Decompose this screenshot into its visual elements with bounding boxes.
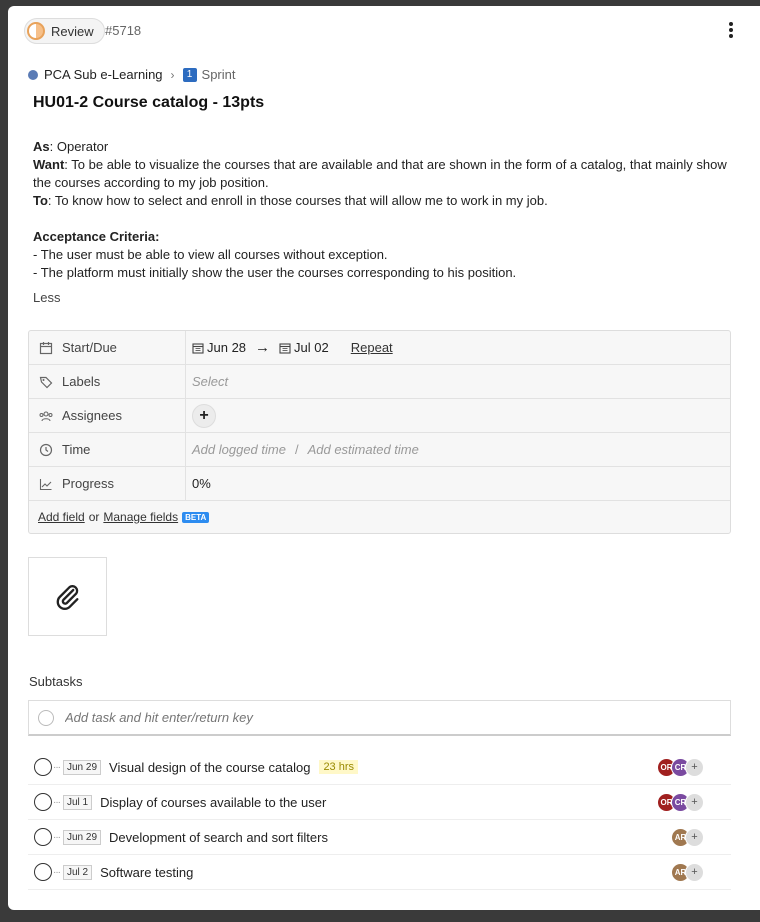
calendar-icon [192,342,204,354]
status-label: Review [51,23,94,39]
subtask-checkbox[interactable] [34,828,52,846]
sprint-badge-icon: 1 [182,67,197,82]
subtask-assignees[interactable]: OR CR + [657,757,704,777]
add-subtask-input[interactable] [63,709,667,726]
field-time: Time Add logged time / Add estimated tim… [29,433,730,467]
desc-as: As: Operator [33,139,109,154]
task-topbar: Review #5718 [24,18,742,44]
subtask-assignees[interactable]: AR + [671,827,704,847]
desc-criteria-label: Acceptance Criteria: [33,229,160,244]
users-icon [39,410,53,421]
subtask-name[interactable]: Visual design of the course catalog [109,760,310,775]
subtask-date[interactable]: Jun 29 [63,759,102,775]
subtask-date[interactable]: Jul 1 [63,794,93,810]
desc-criteria-item: - The user must be able to view all cour… [33,247,388,262]
subtask-checkbox[interactable] [34,793,52,811]
subtask-row[interactable]: ··· Jun 29 Development of search and sor… [28,820,731,855]
subtask-name[interactable]: Software testing [100,865,193,880]
repeat-link[interactable]: Repeat [351,340,393,355]
subtask-hours-badge: 23 hrs [319,760,359,774]
subtask-assignees[interactable]: AR + [671,862,704,882]
desc-to: To: To know how to select and enroll in … [33,193,548,208]
beta-badge: BETA [182,511,210,523]
add-subtask-row [28,700,731,736]
calendar-icon [279,342,291,354]
task-id: #5718 [105,23,142,38]
due-date[interactable]: Jul 02 [279,340,329,355]
estimated-time-field[interactable]: Add estimated time [308,442,419,457]
field-start-due: Start/Due Jun 28 → Jul 02 Repeat [29,331,730,365]
task-description[interactable]: As: Operator Want: To be able to visuali… [33,138,733,282]
fields-footer: Add field or Manage fields BETA [29,501,730,533]
field-labels: Labels Select [29,365,730,399]
chevron-right-icon: › [170,67,175,82]
less-toggle[interactable]: Less [33,290,60,305]
subtask-list: ··· Jun 29 Visual design of the course c… [28,750,731,890]
subtasks-heading: Subtasks [29,674,83,689]
subtask-date[interactable]: Jun 29 [63,829,102,845]
tag-icon [39,376,53,388]
add-assignee-icon[interactable]: + [685,827,704,847]
subtask-row[interactable]: ··· Jul 1 Display of courses available t… [28,785,731,820]
add-assignee-icon[interactable]: + [685,792,704,812]
subtask-assignees[interactable]: OR CR + [657,792,704,812]
field-label: Progress [62,476,115,491]
field-label: Labels [62,374,101,389]
add-field-link[interactable]: Add field [38,510,85,524]
chart-line-icon [39,478,52,490]
task-panel: Review #5718 PCA Sub e-Learning › 1 Spri… [8,6,760,910]
subtask-date[interactable]: Jul 2 [63,864,93,880]
field-label: Assignees [62,408,122,423]
field-assignees: Assignees + [29,399,730,433]
desc-want: Want: To be able to visualize the course… [33,157,727,190]
manage-fields-link[interactable]: Manage fields [103,510,178,524]
status-icon [27,22,45,40]
task-fields: Start/Due Jun 28 → Jul 02 Repeat Labels [28,330,731,534]
clock-icon [39,443,53,456]
labels-select[interactable]: Select [192,374,228,389]
start-date[interactable]: Jun 28 [192,340,246,355]
calendar-icon [39,341,53,354]
subtask-checkbox[interactable] [34,758,52,776]
task-title[interactable]: HU01-2 Course catalog - 13pts [33,94,264,112]
add-assignee-icon[interactable]: + [685,757,704,777]
subtask-name[interactable]: Development of search and sort filters [109,830,328,845]
breadcrumb: PCA Sub e-Learning › 1 Sprint [28,67,236,82]
more-options-icon[interactable] [724,20,738,42]
breadcrumb-sprint[interactable]: Sprint [202,67,236,82]
arrow-right-icon: → [255,339,271,356]
field-label: Time [62,442,91,457]
add-assignee-icon[interactable]: + [685,862,704,882]
field-label: Start/Due [62,340,117,355]
logged-time-field[interactable]: Add logged time [192,442,286,457]
field-progress: Progress 0% [29,467,730,501]
status-button[interactable]: Review [24,18,105,44]
paperclip-icon [56,584,79,610]
subtask-name[interactable]: Display of courses available to the user [100,795,326,810]
add-assignee-button[interactable]: + [192,403,216,428]
progress-value: 0% [192,476,211,491]
attachment-dropzone[interactable] [28,557,107,636]
breadcrumb-space[interactable]: PCA Sub e-Learning [44,67,163,82]
subtask-row[interactable]: ··· Jun 29 Visual design of the course c… [28,750,731,785]
subtask-row[interactable]: ··· Jul 2 Software testing AR + [28,855,731,890]
desc-criteria-item: - The platform must initially show the u… [33,265,517,280]
space-dot-icon [28,69,38,80]
subtask-checkbox[interactable] [34,863,52,881]
subtask-status-icon [38,709,54,726]
